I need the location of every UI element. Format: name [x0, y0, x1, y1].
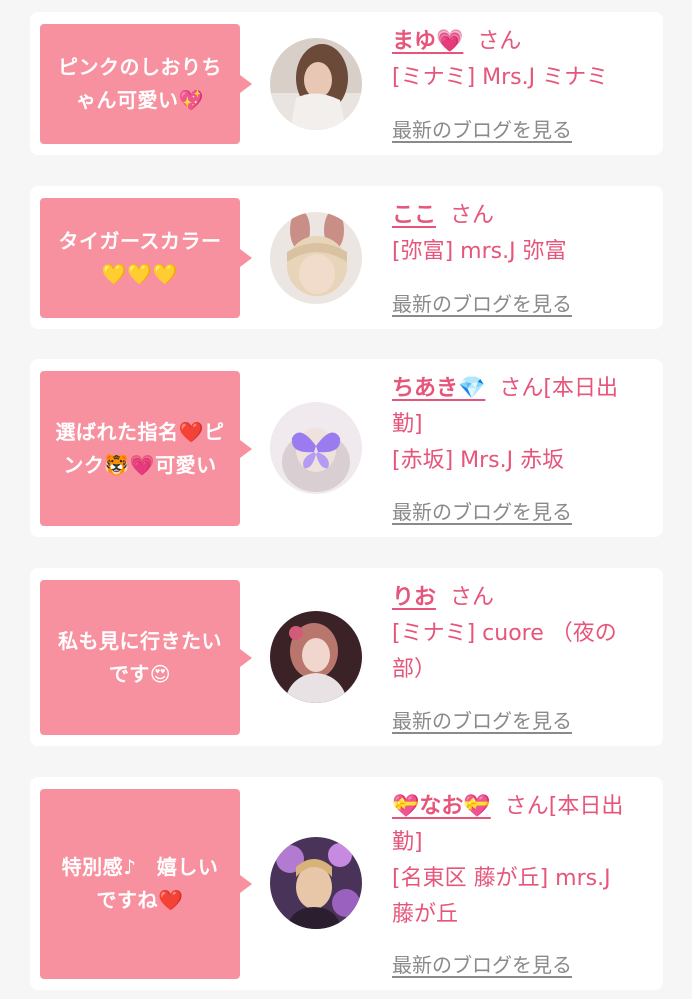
comment-line: ンク🐯💗可愛い: [63, 452, 217, 477]
latest-blog-link[interactable]: 最新のブログを見る: [392, 288, 572, 317]
honorific-continuation: 勤]: [392, 830, 423, 855]
comment-bubble: 私も見に行きたい です😍: [40, 580, 252, 735]
avatar[interactable]: [270, 611, 362, 703]
butterfly-portrait-icon: [270, 402, 362, 494]
honorific: さん: [450, 585, 495, 610]
review-list: ピンクのしおりち ゃん可愛い💖 まゆ💗 さん [ミナミ] Mrs.J ミナミ 最新…: [0, 0, 692, 999]
comment-line: ピンクのしおりち: [58, 55, 222, 79]
latest-blog-link[interactable]: 最新のブログを見る: [392, 705, 572, 734]
shop-name: [赤坂] Mrs.J 赤坂: [392, 448, 565, 473]
comment-line: ですね❤️: [96, 888, 184, 912]
list-item: 選ばれた指名❤️ピ ンク🐯💗可愛い ちあき💎 さん[本日出 勤] [赤坂] Mrs…: [30, 359, 663, 537]
comment-line: 特別感♪ 嬉しい: [61, 855, 219, 879]
shop-name: [ミナミ] cuore （夜の: [392, 621, 617, 646]
shop-name-continuation: 部）: [392, 657, 437, 682]
list-item: 私も見に行きたい です😍 りお さん [ミナミ] cuore （夜の 部） 最新の…: [30, 568, 663, 746]
shop-name: [ミナミ] Mrs.J ミナミ: [392, 65, 609, 90]
shop-name-continuation: 藤が丘: [392, 902, 459, 927]
flower-portrait-icon: [270, 837, 362, 929]
list-item: 特別感♪ 嬉しい ですね❤️ 💝なお💝 さん[本日出 勤] [名東区 藤が丘] m…: [30, 777, 663, 990]
woman-portrait-icon: [270, 38, 362, 130]
comment-bubble: タイガースカラー 💛💛💛: [40, 198, 252, 318]
comment-line: 選ばれた指名❤️ピ: [55, 419, 225, 444]
comment-line: です😍: [108, 661, 172, 686]
comment-bubble: ピンクのしおりち ゃん可愛い💖: [40, 24, 252, 144]
comment-line: 💛💛💛: [101, 262, 179, 286]
shop-name: [弥富] mrs.J 弥富: [392, 239, 567, 264]
comment-line: タイガースカラー: [58, 229, 222, 253]
member-name-link[interactable]: ここ: [392, 203, 436, 228]
avatar[interactable]: [270, 212, 362, 304]
member-name-link[interactable]: ちあき💎: [392, 376, 485, 401]
comment-line: ゃん可愛い💖: [76, 88, 204, 112]
honorific: さん: [450, 203, 495, 228]
comment-bubble: 特別感♪ 嬉しい ですね❤️: [40, 789, 252, 979]
honorific: さん[本日出: [499, 376, 618, 401]
comment-line: 私も見に行きたい: [58, 628, 222, 653]
honorific: さん[本日出: [504, 794, 624, 819]
avatar[interactable]: [270, 837, 362, 929]
avatar[interactable]: [270, 38, 362, 130]
woman-portrait-icon: [270, 611, 362, 703]
bunny-ears-portrait-icon: [270, 212, 362, 304]
member-name-link[interactable]: まゆ💗: [392, 29, 463, 54]
honorific: さん: [477, 29, 522, 54]
list-item: ピンクのしおりち ゃん可愛い💖 まゆ💗 さん [ミナミ] Mrs.J ミナミ 最新…: [30, 12, 663, 155]
list-item: タイガースカラー 💛💛💛 ここ さん [弥富] mrs.J 弥富 最新のブログを見…: [30, 186, 663, 329]
latest-blog-link[interactable]: 最新のブログを見る: [392, 949, 572, 978]
member-name-link[interactable]: 💝なお💝: [392, 794, 491, 819]
member-name-link[interactable]: りお: [392, 585, 436, 610]
latest-blog-link[interactable]: 最新のブログを見る: [392, 114, 572, 143]
comment-bubble: 選ばれた指名❤️ピ ンク🐯💗可愛い: [40, 371, 252, 526]
latest-blog-link[interactable]: 最新のブログを見る: [392, 496, 572, 525]
avatar[interactable]: [270, 402, 362, 494]
honorific-continuation: 勤]: [392, 412, 423, 437]
shop-name: [名東区 藤が丘] mrs.J: [392, 866, 611, 891]
